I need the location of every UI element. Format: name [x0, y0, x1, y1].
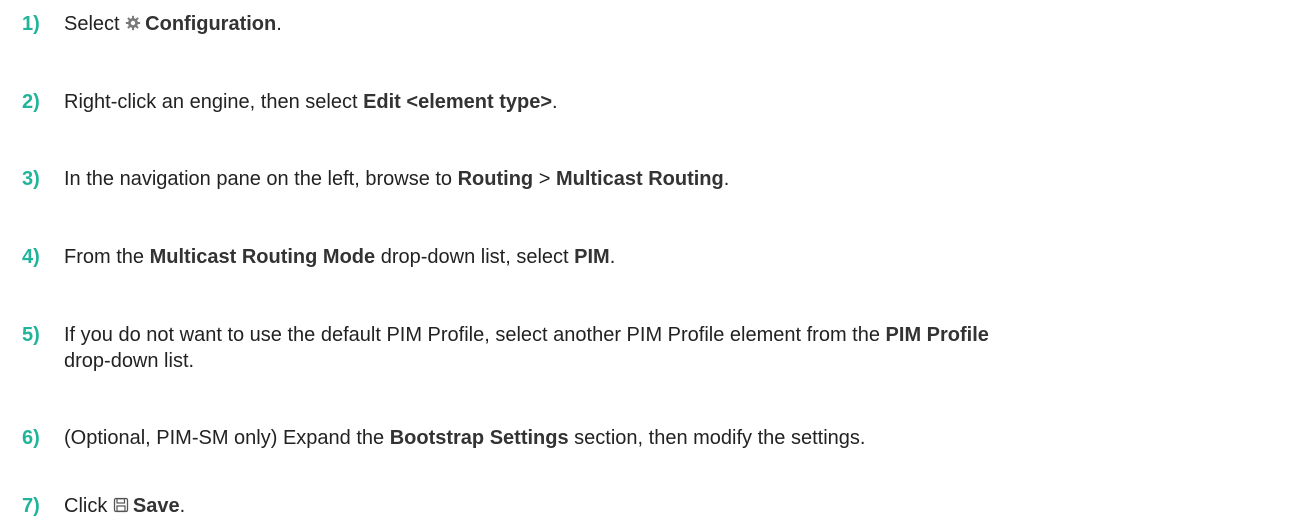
step-text: Click Save. [64, 495, 186, 517]
step-text: From the Multicast Routing Mode drop-dow… [64, 246, 616, 268]
step-text: In the navigation pane on the left, brow… [64, 168, 730, 190]
gear-icon [125, 15, 141, 31]
step-text: (Optional, PIM-SM only) Expand the Boots… [64, 427, 866, 449]
step-number: 1) [22, 13, 40, 35]
step-text: Right-click an engine, then select Edit … [64, 91, 558, 113]
save-icon [113, 497, 129, 513]
step-number: 2) [22, 91, 40, 113]
step-text: Select Configuration. [64, 13, 282, 35]
step-number: 6) [22, 427, 40, 449]
step-text: If you do not want to use the default PI… [64, 324, 989, 372]
step-number: 4) [22, 246, 40, 268]
step-number: 3) [22, 168, 40, 190]
procedure-steps: 1) Select Configuration. 2) Right-click … [0, 0, 1311, 522]
step-number: 7) [22, 495, 40, 517]
step-number: 5) [22, 324, 40, 346]
